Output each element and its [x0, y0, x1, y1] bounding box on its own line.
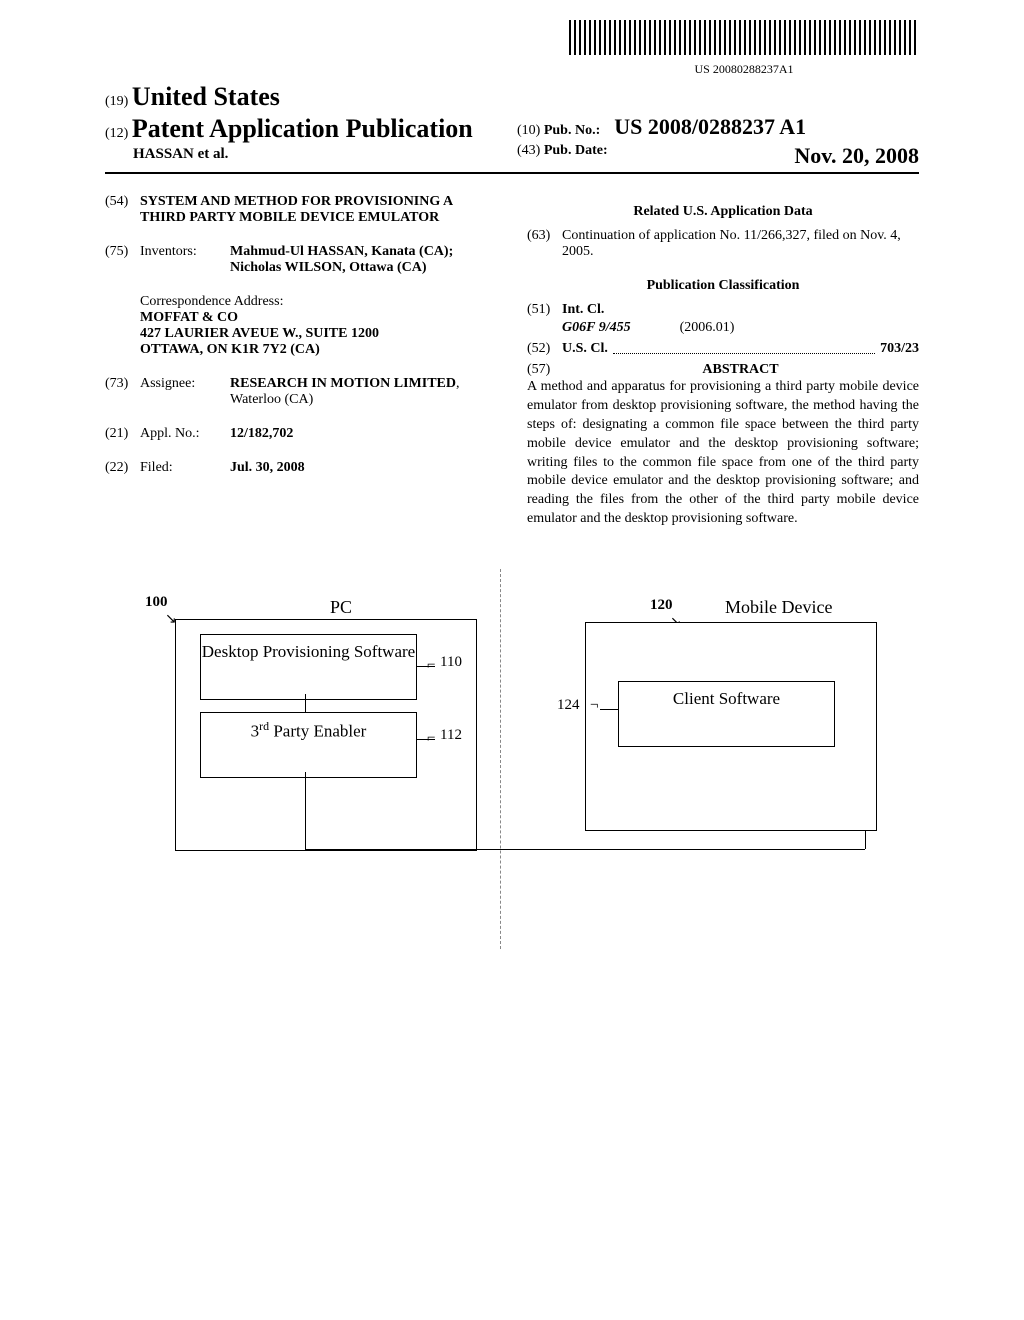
- authors: HASSAN et al.: [133, 146, 228, 162]
- mobile-device-label: Mobile Device: [725, 597, 832, 618]
- pub-no-label: Pub. No.:: [544, 123, 600, 138]
- code-10: (10): [517, 123, 540, 138]
- uscl-value: 703/23: [880, 341, 919, 357]
- related-data-head: Related U.S. Application Data: [527, 204, 919, 220]
- intcl-date: (2006.01): [680, 320, 735, 335]
- dotted-leader: [613, 341, 875, 354]
- pub-date: Nov. 20, 2008: [794, 143, 919, 169]
- barcode-text: US 20080288237A1: [569, 62, 919, 77]
- correspondence-label: Correspondence Address:: [140, 294, 497, 310]
- client-software-box: Client Software: [618, 681, 835, 747]
- third-party-enabler-box: 3rd Party Enabler: [200, 712, 417, 778]
- header: (19) United States (12) Patent Applicati…: [105, 82, 919, 174]
- code-12: (12): [105, 126, 128, 141]
- assignee-label: Assignee:: [140, 376, 230, 408]
- code-43: (43): [517, 143, 540, 158]
- desktop-provisioning-box: Desktop Provisioning Software: [200, 634, 417, 700]
- filed-label: Filed:: [140, 460, 230, 476]
- correspondence-name: MOFFAT & CO: [140, 310, 238, 325]
- code-63: (63): [527, 228, 562, 260]
- ref-112-tick: ⌐: [427, 730, 435, 747]
- classification-head: Publication Classification: [527, 278, 919, 294]
- right-column: Related U.S. Application Data (63) Conti…: [527, 194, 919, 529]
- abstract-text: A method and apparatus for provisioning …: [527, 378, 919, 529]
- pub-no: US 2008/0288237 A1: [614, 114, 806, 139]
- code-19: (19): [105, 94, 128, 109]
- appl-no: 12/182,702: [230, 426, 497, 442]
- dashed-divider: [500, 569, 501, 949]
- invention-title: SYSTEM AND METHOD FOR PROVISIONING A THI…: [140, 194, 497, 226]
- ref-110: 110: [440, 654, 462, 671]
- doc-type: Patent Application Publication: [132, 114, 473, 143]
- pub-date-label: Pub. Date:: [544, 143, 608, 158]
- inventors-value: Mahmud-Ul HASSAN, Kanata (CA); Nicholas …: [230, 244, 497, 276]
- ref-110-tick: ⌐: [427, 657, 435, 674]
- correspondence-addr1: 427 LAURIER AVEUE W., SUITE 1200: [140, 326, 379, 341]
- code-54: (54): [105, 194, 140, 226]
- ref-124: 124: [557, 697, 580, 714]
- uscl-label: U.S. Cl.: [562, 341, 608, 357]
- correspondence-addr2: OTTAWA, ON K1R 7Y2 (CA): [140, 342, 320, 357]
- left-column: (54) SYSTEM AND METHOD FOR PROVISIONING …: [105, 194, 497, 529]
- intcl-code: G06F 9/455: [562, 320, 631, 335]
- figure: 100 ↘ PC Desktop Provisioning Software ⌐…: [105, 589, 919, 939]
- intcl-label: Int. Cl.: [562, 302, 604, 317]
- code-21: (21): [105, 426, 140, 442]
- assignee-value: RESEARCH IN MOTION LIMITED, Waterloo (CA…: [230, 376, 497, 408]
- ref-124-tick: ¬: [590, 697, 598, 714]
- code-75: (75): [105, 244, 140, 276]
- code-57: (57): [527, 362, 562, 378]
- ref-100: 100: [145, 594, 168, 610]
- code-52: (52): [527, 341, 562, 357]
- country-name: United States: [132, 82, 280, 111]
- continuation-text: Continuation of application No. 11/266,3…: [562, 228, 919, 260]
- appl-no-label: Appl. No.:: [140, 426, 230, 442]
- filed-date: Jul. 30, 2008: [230, 460, 497, 476]
- pc-label: PC: [330, 597, 352, 618]
- inventors-label: Inventors:: [140, 244, 230, 276]
- ref-112: 112: [440, 727, 462, 744]
- abstract-head: ABSTRACT: [702, 362, 778, 377]
- ref-120: 120: [650, 597, 673, 613]
- code-22: (22): [105, 460, 140, 476]
- code-73: (73): [105, 376, 140, 408]
- barcode-section: US 20080288237A1: [105, 20, 919, 77]
- barcode-icon: [569, 20, 919, 55]
- code-51: (51): [527, 302, 562, 318]
